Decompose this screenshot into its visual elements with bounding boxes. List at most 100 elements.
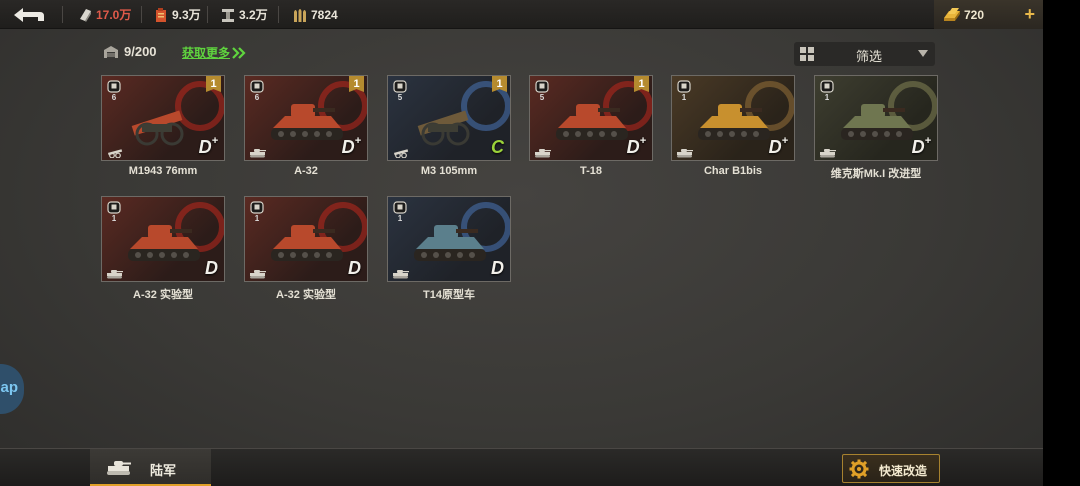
- shield-icon: [107, 80, 121, 93]
- tank-type-icon: [392, 266, 410, 279]
- shield-icon: [107, 201, 121, 214]
- vehicle-depot-screen: 17.0万 9.3万 3.2万 7824 720 + 9/200 获取更多 筛选…: [0, 0, 1043, 486]
- level-number: 1: [397, 214, 403, 223]
- grade-label: D: [491, 258, 504, 279]
- back-button[interactable]: [0, 0, 58, 29]
- quick-upgrade-button[interactable]: 快速改造: [842, 454, 940, 483]
- screen-edge: [1043, 0, 1080, 486]
- vehicle-name: M1943 76mm: [128, 165, 198, 177]
- vehicle-card[interactable]: 6 1 D+: [244, 75, 368, 161]
- vehicle-card[interactable]: 6 1 D+: [101, 75, 225, 161]
- tank-type-icon: [676, 145, 694, 158]
- storage-capacity: 9/200: [103, 44, 157, 59]
- grade-plus: +: [781, 135, 788, 147]
- grade-label: D+: [198, 135, 218, 158]
- vehicle-card[interactable]: 5 1 D+: [529, 75, 653, 161]
- level-number: 1: [681, 93, 687, 102]
- resource-steel[interactable]: 3.2万: [221, 0, 268, 29]
- grade-plus: +: [354, 135, 361, 147]
- bottom-bar: 陆军 快速改造: [0, 448, 1043, 486]
- side-bubble-label: ap: [0, 379, 18, 396]
- side-app-bubble[interactable]: ap: [0, 364, 24, 414]
- gold-value: 720: [964, 7, 985, 22]
- level-number: 1: [254, 214, 260, 223]
- get-more-label: 获取更多: [182, 46, 231, 60]
- grade-letter: D: [348, 258, 361, 278]
- vehicle-card[interactable]: 1D: [101, 196, 225, 282]
- level-number: 1: [111, 214, 117, 223]
- level-number: 1: [824, 93, 830, 102]
- steel-value: 3.2万: [239, 8, 268, 22]
- tank-type-icon: [249, 266, 267, 279]
- fuel-can-icon: [156, 7, 166, 22]
- vehicle-name: 维克斯Mk.I 改进型: [830, 168, 922, 180]
- level-number: 5: [539, 93, 545, 102]
- level-badge: 1: [107, 201, 121, 223]
- shield-icon: [820, 80, 834, 93]
- divider: [62, 6, 63, 23]
- double-chevron-right-icon: [232, 46, 246, 59]
- level-badge: 1: [820, 80, 834, 102]
- tank-type-icon: [249, 145, 267, 158]
- grade-label: C: [491, 137, 504, 158]
- shield-icon: [250, 201, 264, 214]
- level-badge: 5: [535, 80, 549, 102]
- fuel-value: 9.3万: [172, 8, 201, 22]
- gear-icon: [849, 459, 869, 479]
- garage-icon: [104, 45, 118, 58]
- grade-letter: D: [341, 137, 355, 157]
- grade-plus: +: [639, 135, 646, 147]
- filter-label: 筛选: [856, 49, 883, 64]
- level-number: 5: [397, 93, 403, 102]
- silver-ingot-icon: [80, 8, 91, 22]
- vehicle-name: Char B1bis: [703, 165, 763, 177]
- shield-icon: [393, 201, 407, 214]
- vehicle-card[interactable]: 51C: [387, 75, 511, 161]
- level-badge: 1: [677, 80, 691, 102]
- artillery-type-icon: [106, 145, 124, 159]
- caret-down-icon: [918, 50, 928, 57]
- grade-letter: D: [911, 137, 925, 157]
- vehicle-card[interactable]: 1 D+: [671, 75, 795, 161]
- ammo-shells-icon: [294, 8, 306, 22]
- shield-icon: [677, 80, 691, 93]
- filter-dropdown[interactable]: 筛选: [794, 42, 935, 66]
- grade-letter: D: [768, 137, 782, 157]
- get-more-link[interactable]: 获取更多: [182, 44, 246, 61]
- vehicle-name: A-32: [294, 165, 318, 177]
- grade-letter: D: [491, 258, 504, 278]
- gold-bar-icon: [944, 8, 960, 21]
- tank-type-icon: [819, 145, 837, 158]
- tank-type-icon: [534, 145, 552, 158]
- grade-letter: C: [491, 137, 504, 157]
- tank-icon: [107, 461, 131, 475]
- tab-army-label: 陆军: [150, 463, 177, 478]
- vehicle-name: A-32 实验型: [133, 289, 193, 301]
- vehicle-name: M3 105mm: [420, 165, 478, 177]
- level-number: 6: [254, 93, 260, 102]
- grade-label: D+: [627, 135, 646, 158]
- quick-upgrade-label: 快速改造: [879, 464, 928, 478]
- add-gold-button[interactable]: +: [1024, 4, 1035, 24]
- resource-silver[interactable]: 17.0万: [78, 0, 131, 29]
- tab-army[interactable]: 陆军: [90, 449, 211, 486]
- grade-letter: D: [198, 137, 212, 157]
- vehicle-name: T-18: [579, 165, 602, 177]
- divider: [141, 6, 142, 23]
- grade-label: D+: [911, 135, 931, 158]
- shield-icon: [393, 80, 407, 93]
- vehicle-card[interactable]: 1D: [244, 196, 368, 282]
- level-badge: 1: [250, 201, 264, 223]
- level-badge: 6: [250, 80, 264, 102]
- vehicle-card[interactable]: 1D: [387, 196, 511, 282]
- resource-fuel[interactable]: 9.3万: [154, 0, 201, 29]
- vehicle-name: T14原型车: [423, 289, 475, 301]
- artillery-type-icon: [392, 145, 410, 159]
- gold-balance[interactable]: 720 +: [934, 0, 1043, 29]
- vehicle-card[interactable]: 1 D+: [814, 75, 938, 161]
- shield-icon: [250, 80, 264, 93]
- grade-letter: D: [205, 258, 218, 278]
- level-number: 6: [111, 93, 117, 102]
- back-arrow-icon: [14, 7, 44, 22]
- resource-ammo[interactable]: 7824: [293, 0, 338, 29]
